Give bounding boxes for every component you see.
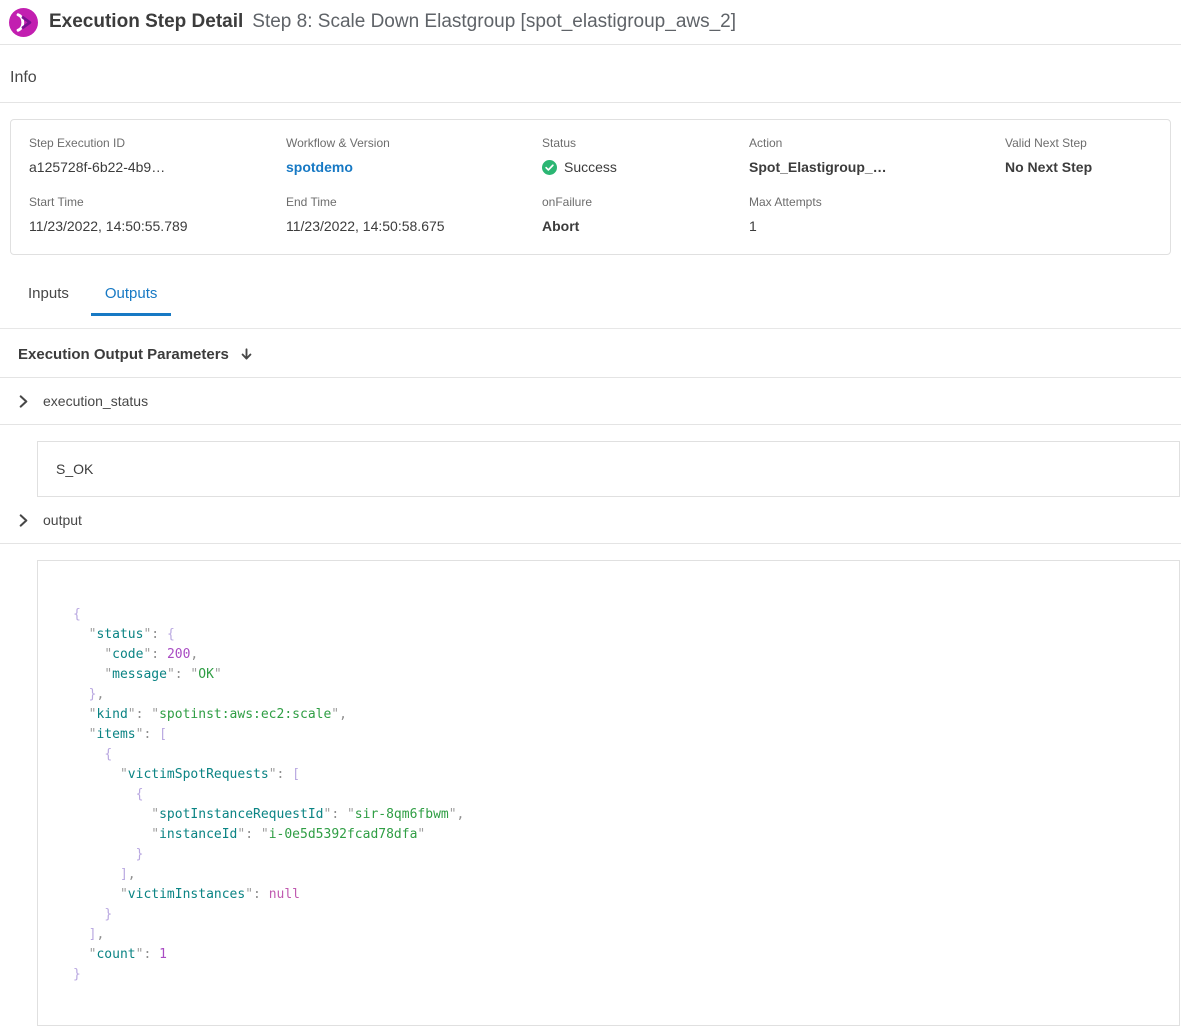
chevron-right-icon	[17, 395, 30, 408]
status-badge: Success	[542, 159, 749, 175]
field-label: Max Attempts	[749, 195, 1005, 209]
execution-status-value-box: S_OK	[37, 441, 1180, 497]
field-value: No Next Step	[1005, 159, 1162, 175]
field-valid-next-step: Valid Next Step No Next Step	[1005, 136, 1162, 177]
field-value: a125728f-6b22-4b9…	[29, 159, 286, 175]
field-step-execution-id: Step Execution ID a125728f-6b22-4b9…	[29, 136, 286, 177]
param-name: execution_status	[43, 393, 148, 409]
info-divider	[0, 102, 1181, 103]
field-value: Spot_Elastigroup_…	[749, 159, 1005, 175]
field-workflow-version: Workflow & Version spotdemo	[286, 136, 542, 177]
info-card: Step Execution ID a125728f-6b22-4b9… Wor…	[10, 119, 1171, 255]
field-value: 11/23/2022, 14:50:58.675	[286, 218, 542, 234]
tabs: Inputs Outputs	[0, 285, 1181, 316]
field-label: Workflow & Version	[286, 136, 542, 150]
success-check-icon	[542, 160, 557, 175]
section-info-title: Info	[10, 69, 1181, 102]
output-params-header: Execution Output Parameters	[0, 329, 1181, 378]
field-action: Action Spot_Elastigroup_…	[749, 136, 1005, 177]
field-label: onFailure	[542, 195, 749, 209]
chevron-right-icon	[17, 514, 30, 527]
field-max-attempts: Max Attempts 1	[749, 195, 1005, 234]
field-value: Abort	[542, 218, 749, 234]
field-label: Valid Next Step	[1005, 136, 1162, 150]
output-json-code: { "status": { "code": 200, "message": "O…	[73, 605, 1145, 985]
tab-inputs[interactable]: Inputs	[14, 285, 83, 316]
field-label: End Time	[286, 195, 542, 209]
field-value: 11/23/2022, 14:50:55.789	[29, 218, 286, 234]
field-start-time: Start Time 11/23/2022, 14:50:55.789	[29, 195, 286, 234]
param-name: output	[43, 512, 82, 528]
page-header: Execution Step Detail Step 8: Scale Down…	[0, 0, 1181, 45]
page-subtitle: Step 8: Scale Down Elastgroup [spot_elas…	[252, 11, 736, 33]
output-json-box: { "status": { "code": 200, "message": "O…	[37, 560, 1180, 1026]
status-text: Success	[564, 159, 617, 175]
field-value: 1	[749, 218, 1005, 234]
field-onfailure: onFailure Abort	[542, 195, 749, 234]
field-status: Status Success	[542, 136, 749, 177]
app-logo-icon	[9, 8, 38, 37]
field-label: Start Time	[29, 195, 286, 209]
tab-outputs[interactable]: Outputs	[91, 285, 172, 316]
field-end-time: End Time 11/23/2022, 14:50:58.675	[286, 195, 542, 234]
field-label: Status	[542, 136, 749, 150]
output-params-title: Execution Output Parameters	[18, 346, 229, 363]
field-label: Action	[749, 136, 1005, 150]
workflow-link[interactable]: spotdemo	[286, 159, 353, 175]
param-row-execution-status[interactable]: execution_status	[0, 378, 1181, 425]
field-label: Step Execution ID	[29, 136, 286, 150]
expand-all-arrow-icon[interactable]	[239, 347, 254, 362]
field-empty	[1005, 195, 1162, 234]
page-title: Execution Step Detail	[49, 11, 243, 33]
param-row-output[interactable]: output	[0, 497, 1181, 544]
